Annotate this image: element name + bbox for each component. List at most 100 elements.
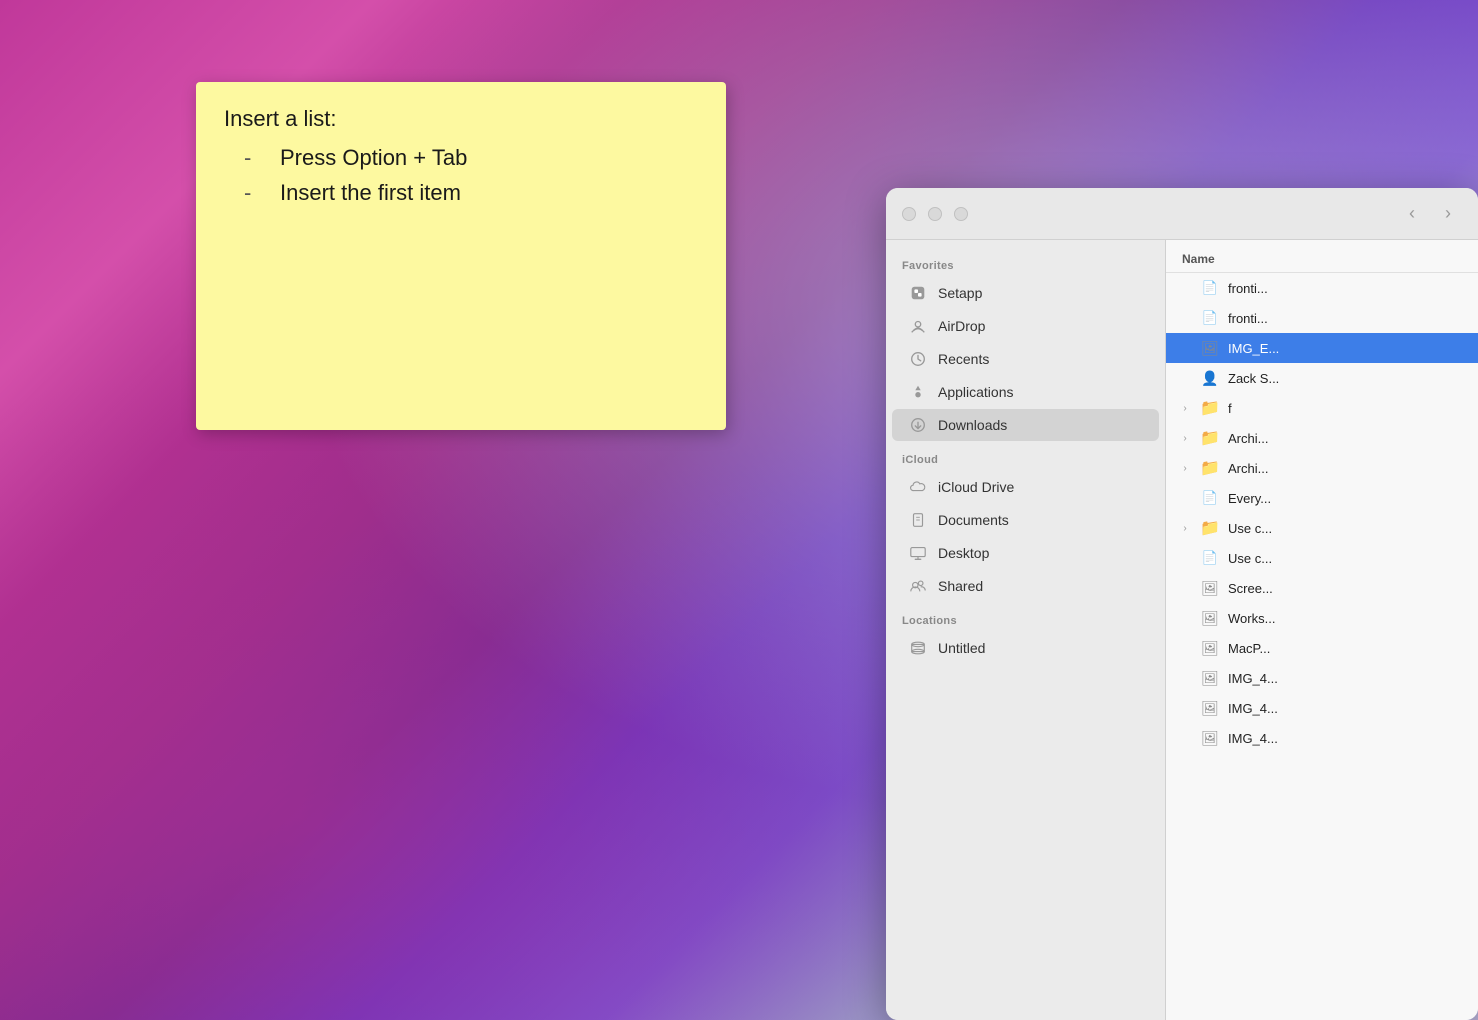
file-item-img-4b[interactable]: 🖼 IMG_4... bbox=[1166, 693, 1478, 723]
sidebar-item-icloud-drive[interactable]: iCloud Drive bbox=[892, 471, 1159, 503]
icloud-icon bbox=[908, 477, 928, 497]
file-item-img-4a[interactable]: 🖼 IMG_4... bbox=[1166, 663, 1478, 693]
downloads-icon bbox=[908, 415, 928, 435]
sidebar-item-label-applications: Applications bbox=[938, 384, 1014, 400]
shared-icon bbox=[908, 576, 928, 596]
sidebar-item-label-recents: Recents bbox=[938, 351, 989, 367]
file-item-works[interactable]: 🖼 Works... bbox=[1166, 603, 1478, 633]
sticky-note-item: -Insert the first item bbox=[244, 175, 698, 210]
sidebar-item-label-shared: Shared bbox=[938, 578, 983, 594]
file-item-use-c1[interactable]: › 📁 Use c... bbox=[1166, 513, 1478, 543]
file-item-archiv2[interactable]: › 📁 Archi... bbox=[1166, 453, 1478, 483]
file-name-works: Works... bbox=[1228, 611, 1275, 626]
file-name-fronti2: fronti... bbox=[1228, 311, 1268, 326]
sticky-note-item: -Press Option + Tab bbox=[244, 140, 698, 175]
sidebar-item-documents[interactable]: Documents bbox=[892, 504, 1159, 536]
file-name-img-4c: IMG_4... bbox=[1228, 731, 1278, 746]
file-icon-zack: 👤 bbox=[1200, 368, 1220, 388]
file-name-img-4a: IMG_4... bbox=[1228, 671, 1278, 686]
sidebar-item-downloads[interactable]: Downloads bbox=[892, 409, 1159, 441]
minimize-button[interactable] bbox=[928, 207, 942, 221]
file-item-use-c2[interactable]: 📄Use c... bbox=[1166, 543, 1478, 573]
finder-body: Favorites Setapp AirDrop Recents Application… bbox=[886, 240, 1478, 1020]
file-item-scree[interactable]: 🖼 Scree... bbox=[1166, 573, 1478, 603]
file-item-fronti1[interactable]: 📄 fronti... bbox=[1166, 273, 1478, 303]
sidebar-section-icloud: iCloud bbox=[886, 442, 1165, 470]
file-name-use-c2: Use c... bbox=[1228, 551, 1272, 566]
finder-main: Name 📄 fronti... 📄 fronti... 🖼 IMG_E... 👤 Zack … bbox=[1166, 240, 1478, 1020]
close-button[interactable] bbox=[902, 207, 916, 221]
file-icon-img-4c: 🖼 bbox=[1200, 728, 1220, 748]
sidebar-section-locations: Locations bbox=[886, 603, 1165, 631]
file-icon-archiv1: 📁 bbox=[1200, 428, 1220, 448]
setapp-icon bbox=[908, 283, 928, 303]
finder-nav: ‹ › bbox=[1398, 200, 1462, 228]
file-item-f-folder[interactable]: › 📁 f bbox=[1166, 393, 1478, 423]
sidebar-item-label-downloads: Downloads bbox=[938, 417, 1007, 433]
chevron-icon-archiv2: › bbox=[1178, 463, 1192, 474]
file-name-every: Every... bbox=[1228, 491, 1271, 506]
file-item-img-e[interactable]: 🖼 IMG_E... bbox=[1166, 333, 1478, 363]
sidebar-item-recents[interactable]: Recents bbox=[892, 343, 1159, 375]
sidebar-item-label-setapp: Setapp bbox=[938, 285, 982, 301]
documents-icon bbox=[908, 510, 928, 530]
file-item-archiv1[interactable]: ›📁Archi... bbox=[1166, 423, 1478, 453]
file-name-macp: MacP... bbox=[1228, 641, 1270, 656]
sidebar-item-label-documents: Documents bbox=[938, 512, 1009, 528]
chevron-icon-use-c1: › bbox=[1178, 523, 1192, 534]
recents-icon bbox=[908, 349, 928, 369]
file-icon-img-e: 🖼 bbox=[1200, 338, 1220, 358]
sidebar-item-label-desktop: Desktop bbox=[938, 545, 989, 561]
file-icon-works: 🖼 bbox=[1200, 608, 1220, 628]
sticky-note-item-text: Insert the first item bbox=[280, 175, 461, 210]
file-icon-macp: 🖼 bbox=[1200, 638, 1220, 658]
file-name-scree: Scree... bbox=[1228, 581, 1273, 596]
file-item-macp[interactable]: 🖼 MacP... bbox=[1166, 633, 1478, 663]
finder-window: ‹ › Favorites Setapp AirDrop Recents Applica… bbox=[886, 188, 1478, 1020]
desktop-icon bbox=[908, 543, 928, 563]
maximize-button[interactable] bbox=[954, 207, 968, 221]
finder-titlebar: ‹ › bbox=[886, 188, 1478, 240]
file-name-use-c1: Use c... bbox=[1228, 521, 1272, 536]
file-icon-fronti2: 📄 bbox=[1200, 308, 1220, 328]
file-item-img-4c[interactable]: 🖼 IMG_4... bbox=[1166, 723, 1478, 753]
file-icon-fronti1: 📄 bbox=[1200, 278, 1220, 298]
applications-icon bbox=[908, 382, 928, 402]
file-name-img-e: IMG_E... bbox=[1228, 341, 1279, 356]
file-item-zack[interactable]: 👤 Zack S... bbox=[1166, 363, 1478, 393]
airdrop-icon bbox=[908, 316, 928, 336]
sticky-dash: - bbox=[244, 175, 260, 210]
sidebar-item-shared[interactable]: Shared bbox=[892, 570, 1159, 602]
file-name-fronti1: fronti... bbox=[1228, 281, 1268, 296]
sidebar-item-desktop[interactable]: Desktop bbox=[892, 537, 1159, 569]
file-name-archiv2: Archi... bbox=[1228, 461, 1268, 476]
file-name-img-4b: IMG_4... bbox=[1228, 701, 1278, 716]
file-icon-use-c1: 📁 bbox=[1200, 518, 1220, 538]
sidebar-item-setapp[interactable]: Setapp bbox=[892, 277, 1159, 309]
file-item-every[interactable]: 📄 Every... bbox=[1166, 483, 1478, 513]
sidebar-item-airdrop[interactable]: AirDrop bbox=[892, 310, 1159, 342]
finder-sidebar: Favorites Setapp AirDrop Recents Application… bbox=[886, 240, 1166, 1020]
sidebar-item-label-untitled: Untitled bbox=[938, 640, 985, 656]
sticky-note-title: Insert a list: bbox=[224, 106, 698, 132]
chevron-icon-archiv1: › bbox=[1178, 433, 1192, 444]
forward-button[interactable]: › bbox=[1434, 200, 1462, 228]
file-icon-f-folder: 📁 bbox=[1200, 398, 1220, 418]
file-icon-img-4a: 🖼 bbox=[1200, 668, 1220, 688]
file-name-f-folder: f bbox=[1228, 401, 1232, 416]
back-button[interactable]: ‹ bbox=[1398, 200, 1426, 228]
file-icon-every: 📄 bbox=[1200, 488, 1220, 508]
sidebar-item-applications[interactable]: Applications bbox=[892, 376, 1159, 408]
sidebar-section-favorites: Favorites bbox=[886, 248, 1165, 276]
sidebar-item-label-icloud-drive: iCloud Drive bbox=[938, 479, 1014, 495]
sticky-note: Insert a list: -Press Option + Tab-Inser… bbox=[196, 82, 726, 430]
chevron-icon-f-folder: › bbox=[1178, 403, 1192, 414]
disk-icon bbox=[908, 638, 928, 658]
file-item-fronti2[interactable]: 📄 fronti... bbox=[1166, 303, 1478, 333]
file-icon-img-4b: 🖼 bbox=[1200, 698, 1220, 718]
sidebar-item-untitled[interactable]: Untitled bbox=[892, 632, 1159, 664]
file-name-zack: Zack S... bbox=[1228, 371, 1279, 386]
column-header: Name bbox=[1166, 248, 1478, 273]
file-icon-scree: 🖼 bbox=[1200, 578, 1220, 598]
file-icon-archiv2: 📁 bbox=[1200, 458, 1220, 478]
